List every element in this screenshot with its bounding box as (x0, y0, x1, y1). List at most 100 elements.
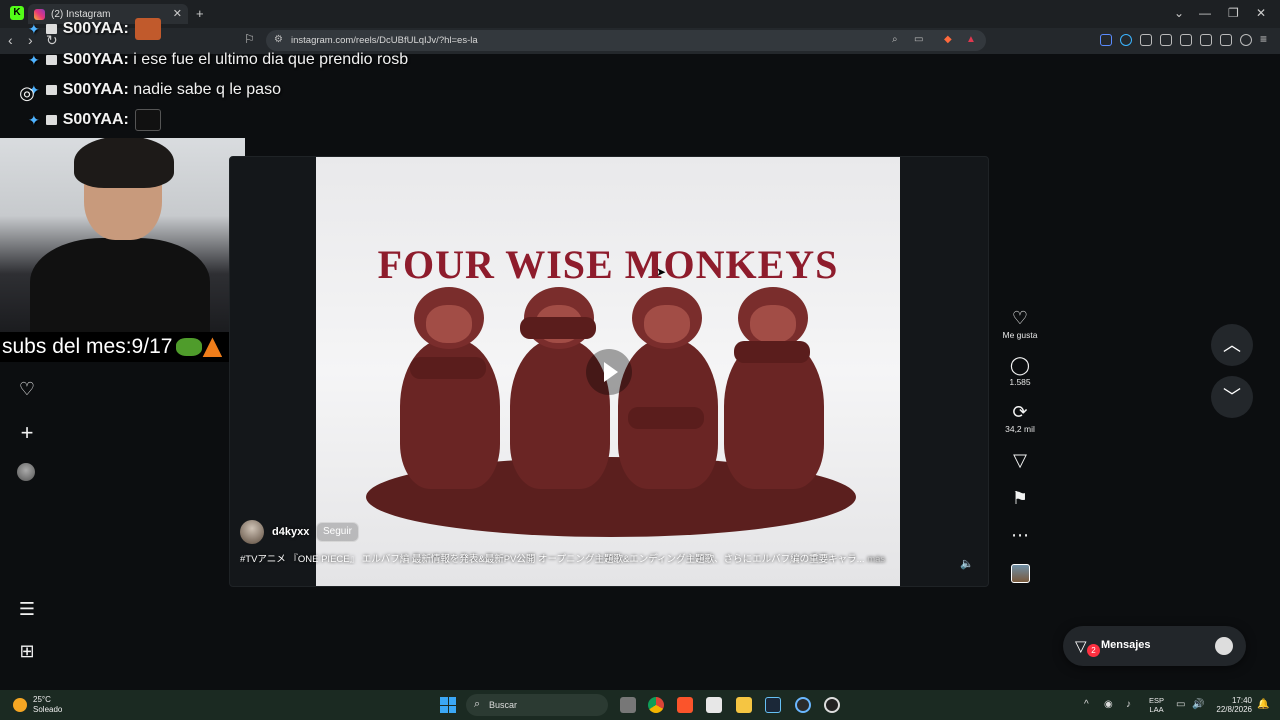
steam-icon[interactable] (765, 697, 781, 713)
restore-icon[interactable]: ❐ (1228, 6, 1239, 20)
chat-username: S00YAA: (62, 20, 129, 37)
reel-overlay-title: FOUR WISE MONKEYS (377, 242, 839, 287)
network-icon[interactable]: ▭ (1176, 699, 1185, 710)
kick-logo-icon: K (10, 6, 24, 20)
tab-search-icon[interactable]: ⌄ (1174, 6, 1184, 20)
webcam-person-hair (74, 138, 174, 188)
chrome-icon[interactable] (648, 697, 664, 713)
task-view-icon[interactable] (620, 697, 636, 713)
next-reel-button[interactable]: ﹀ (1211, 376, 1253, 418)
bookmark-icon[interactable]: ⚐ (244, 32, 255, 46)
emote-icon (134, 18, 161, 40)
site-settings-icon[interactable]: ⚙ (274, 34, 283, 45)
weather-sun-icon[interactable] (13, 698, 27, 712)
new-tab-icon[interactable]: + (196, 6, 204, 21)
reposts-count: 34,2 mil (1005, 424, 1035, 434)
sidebar-icon[interactable] (1180, 34, 1192, 46)
taskbar-clock[interactable]: 17:40 22/8/2026 (1212, 696, 1252, 714)
notifications-heart-icon[interactable]: ♡ (17, 379, 37, 399)
like-button[interactable]: ♡ Me gusta (998, 308, 1042, 340)
sub-badge-icon (45, 115, 57, 125)
notifications-icon[interactable]: 🔔 (1257, 699, 1269, 710)
store-icon[interactable] (706, 697, 722, 713)
close-tab-icon[interactable]: ✕ (173, 7, 182, 20)
weather-widget[interactable]: 25°C Soleado (33, 695, 62, 715)
create-plus-icon[interactable]: + (17, 420, 37, 445)
windows-start-icon[interactable] (440, 697, 456, 713)
brave-rewards-icon[interactable]: ▲ (966, 34, 976, 45)
instagram-logo-icon[interactable]: ◎ (17, 83, 37, 103)
lang-code: ESP (1149, 696, 1165, 705)
sub-badge-icon (45, 85, 57, 95)
menu-icon[interactable]: ≡ (1260, 32, 1267, 46)
more-menu-icon[interactable]: ☰ (17, 599, 37, 619)
repost-button[interactable]: ⟳ 34,2 mil (998, 402, 1042, 434)
minimize-icon[interactable]: — (1199, 6, 1211, 20)
extensions-icon[interactable] (1140, 34, 1152, 46)
extension-icon[interactable] (1100, 34, 1112, 46)
search-label: Buscar (489, 700, 518, 710)
emote-icon (134, 109, 161, 131)
obs-icon[interactable] (824, 697, 840, 713)
sub-badge-icon (45, 55, 57, 65)
microphone-icon[interactable]: ♪ (1126, 699, 1131, 710)
chat-message: ✦ S00YAA: (28, 18, 161, 40)
clock-date: 22/8/2026 (1216, 705, 1252, 714)
more-dots-icon: ⋯ (1011, 525, 1029, 545)
language-indicator[interactable]: ESP LAA (1149, 696, 1164, 714)
leo-icon[interactable] (1220, 34, 1232, 46)
reel-caption[interactable]: #TVアニメ 『ONE PIECE』 エルバフ編 最新情報を発表&最新PV公開 … (240, 551, 940, 565)
chat-message: ✦ S00YAA: nadie sabe q le paso (28, 81, 281, 99)
author-username[interactable]: d4kyxx (272, 526, 309, 538)
zoom-icon[interactable]: ⌕ (892, 34, 898, 45)
extension-icon[interactable] (1120, 34, 1132, 46)
tray-overflow-icon[interactable]: ^ (1084, 699, 1089, 710)
bookmark-save-icon: ⚑ (1011, 488, 1029, 508)
messages-label: Mensajes (1101, 639, 1151, 651)
vpn-icon[interactable] (1240, 34, 1252, 46)
wallet-icon[interactable] (1200, 34, 1212, 46)
share-button[interactable]: ▽ (998, 450, 1042, 470)
discord-tray-icon[interactable]: ◉ (1104, 699, 1113, 710)
brave-icon[interactable] (677, 697, 693, 713)
previous-reel-button[interactable]: ︿ (1211, 324, 1253, 366)
back-icon[interactable]: ‹ (8, 32, 13, 48)
brave-shield-icon[interactable]: ◆ (944, 34, 952, 45)
chat-username: S00YAA: (62, 111, 129, 128)
cast-icon[interactable]: ▭ (914, 34, 923, 45)
chat-message: ✦ S00YAA: i ese fue el ultimo dia que pr… (28, 51, 408, 69)
profile-avatar[interactable] (17, 463, 35, 481)
author-avatar[interactable] (240, 520, 264, 544)
heart-icon: ♡ (1011, 308, 1029, 328)
chat-username: S00YAA: (62, 81, 129, 98)
original-audio-thumbnail[interactable] (1011, 564, 1030, 583)
chat-text: i ese fue el ultimo dia que prendio rosb (128, 51, 409, 68)
subs-counter: subs del mes:9/17 (0, 332, 250, 362)
messages-button[interactable]: ▽ 2 Mensajes (1063, 626, 1246, 666)
send-icon: ▽ (1013, 450, 1027, 470)
reel-video[interactable]: FOUR WISE MONKEYS ➤ (316, 157, 900, 586)
comment-button[interactable]: ◯ 1.585 (998, 355, 1042, 387)
follow-button[interactable]: Seguir (316, 522, 359, 542)
mute-icon[interactable]: 🔈 (960, 557, 974, 570)
play-button-icon[interactable] (586, 349, 632, 395)
music-icon[interactable] (1160, 34, 1172, 46)
taskbar-search[interactable]: ⌕ Buscar (466, 694, 608, 716)
more-options-button[interactable]: ⋯ (998, 525, 1042, 545)
pepe-emote-icon (176, 338, 203, 357)
url-field[interactable]: ⚙ instagram.com/reels/DcUBfULqIJv/?hl=es… (266, 30, 986, 51)
chat-text: nadie sabe q le paso (128, 81, 281, 98)
weather-temp: 25°C (33, 695, 51, 704)
close-window-icon[interactable]: ✕ (1256, 6, 1266, 20)
file-explorer-icon[interactable] (736, 697, 752, 713)
browser-tab-bar: K (2) Instagram ✕ + ⌄ — ❐ ✕ (0, 0, 1280, 28)
capcut-icon[interactable] (795, 697, 811, 713)
caption-more-link[interactable]: más (867, 554, 885, 565)
save-button[interactable]: ⚑ (998, 488, 1042, 508)
threads-apps-icon[interactable]: ⊞ (17, 641, 37, 661)
comment-icon: ◯ (1009, 355, 1031, 375)
volume-icon[interactable]: 🔊 (1192, 699, 1204, 710)
monkey-statue (392, 287, 504, 489)
sword-badge-icon: ✦ (28, 111, 40, 128)
chat-username: S00YAA: (62, 51, 129, 68)
